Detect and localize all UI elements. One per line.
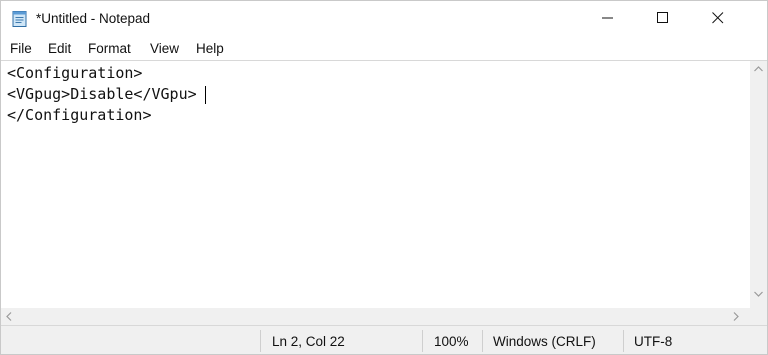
status-bar: Ln 2, Col 22 100% Windows (CRLF) UTF-8 xyxy=(1,325,767,354)
status-divider xyxy=(482,330,483,352)
status-divider xyxy=(260,330,261,352)
horizontal-scrollbar[interactable] xyxy=(1,308,750,325)
text-editor[interactable]: <Configuration> <VGpug>Disable</VGpu> </… xyxy=(1,60,750,309)
editor-line: <Configuration> xyxy=(7,64,143,82)
scroll-left-arrow-icon[interactable] xyxy=(6,312,12,321)
minimize-button[interactable] xyxy=(585,1,631,35)
status-divider xyxy=(422,330,423,352)
maximize-button[interactable] xyxy=(640,1,686,35)
menu-edit[interactable]: Edit xyxy=(48,41,71,56)
scroll-right-arrow-icon[interactable] xyxy=(733,312,739,321)
close-icon xyxy=(712,12,724,24)
window-title: *Untitled - Notepad xyxy=(36,11,151,26)
menu-format[interactable]: Format xyxy=(88,41,131,56)
maximize-icon xyxy=(657,12,668,23)
cursor-position: Ln 2, Col 22 xyxy=(272,334,345,349)
notepad-window: *Untitled - Notepad File Edit Format Vie… xyxy=(0,0,768,355)
notepad-icon xyxy=(11,10,29,28)
text-caret xyxy=(205,86,206,104)
editor-line: <VGpug>Disable</VGpu> xyxy=(7,85,197,103)
scroll-up-arrow-icon[interactable] xyxy=(754,66,763,72)
zoom-level: 100% xyxy=(434,334,469,349)
scrollbar-corner xyxy=(750,308,767,325)
encoding: UTF-8 xyxy=(634,334,673,349)
title-bar[interactable]: *Untitled - Notepad xyxy=(1,1,767,37)
menu-bar: File Edit Format View Help xyxy=(1,38,767,60)
close-button[interactable] xyxy=(695,1,741,35)
menu-view[interactable]: View xyxy=(150,41,179,56)
editor-line: </Configuration> xyxy=(7,106,152,124)
menu-help[interactable]: Help xyxy=(196,41,224,56)
menu-file[interactable]: File xyxy=(10,41,32,56)
scroll-down-arrow-icon[interactable] xyxy=(754,291,763,297)
status-divider xyxy=(623,330,624,352)
minimize-icon xyxy=(602,17,613,19)
vertical-scrollbar[interactable] xyxy=(750,60,767,309)
line-ending: Windows (CRLF) xyxy=(493,334,596,349)
